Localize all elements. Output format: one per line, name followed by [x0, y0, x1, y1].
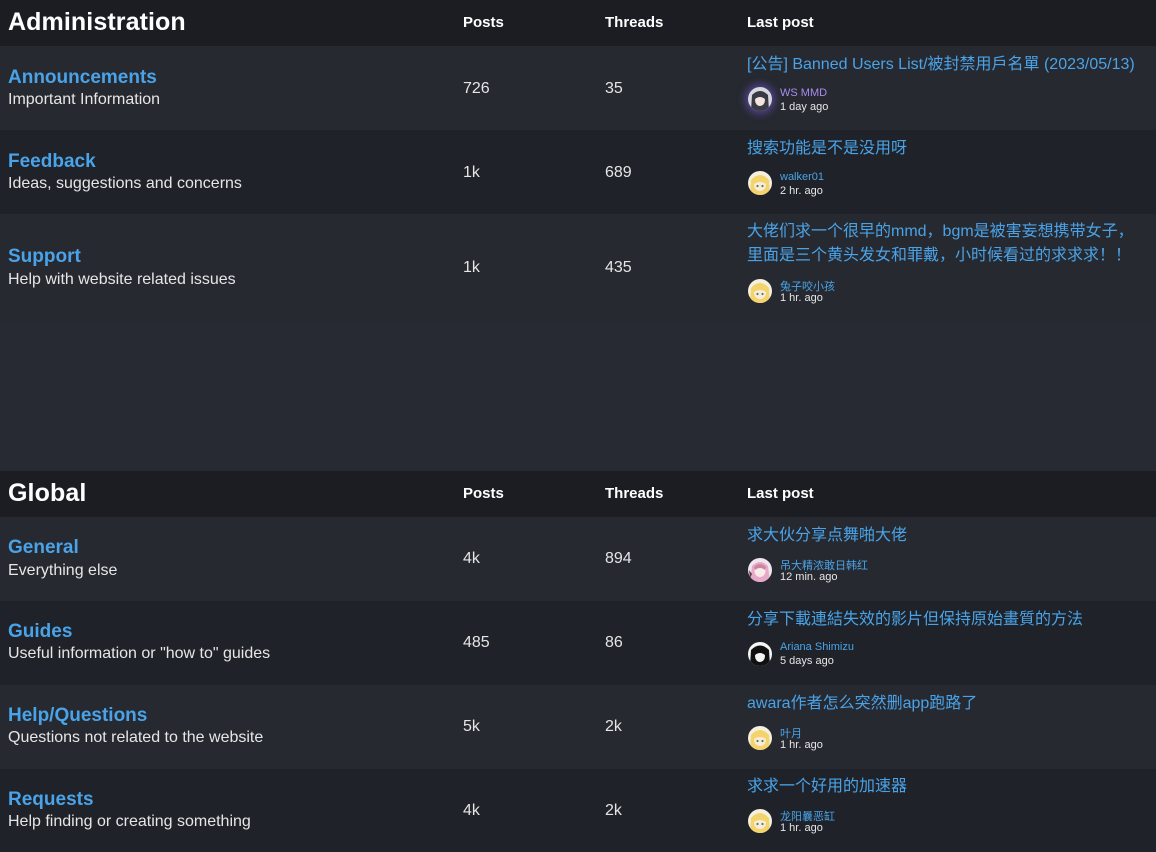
- posts-count: 1k: [463, 164, 480, 181]
- forum-row-guides: Guides Useful information or "how to" gu…: [0, 601, 1156, 685]
- column-header-posts: Posts: [463, 14, 504, 31]
- blonde-anime-avatar-icon[interactable]: [748, 726, 772, 750]
- last-post-time: 12 min. ago: [780, 571, 838, 583]
- forum-row-requests: Requests Help finding or creating someth…: [0, 769, 1156, 852]
- blonde-anime-avatar-icon[interactable]: [748, 171, 772, 195]
- pink-anime-avatar-icon[interactable]: [748, 558, 772, 582]
- threads-count: 35: [605, 80, 623, 97]
- last-post-link[interactable]: 搜索功能是不是没用呀: [747, 137, 1147, 161]
- column-header-threads: Threads: [605, 14, 664, 31]
- dark-haired-avatar-icon[interactable]: [748, 87, 772, 111]
- last-post-user[interactable]: WS MMD: [780, 87, 827, 99]
- forum-link-guides[interactable]: Guides: [8, 621, 72, 643]
- forum-description: Ideas, suggestions and concerns: [8, 175, 242, 192]
- monochrome-avatar-icon[interactable]: [748, 642, 772, 666]
- forum-description: Help with website related issues: [8, 271, 236, 288]
- last-post-time: 2 hr. ago: [780, 185, 823, 197]
- forum-description: Help finding or creating something: [8, 813, 251, 830]
- blonde-anime-avatar-icon[interactable]: [748, 279, 772, 303]
- threads-count: 2k: [605, 802, 622, 819]
- forum-link-requests[interactable]: Requests: [8, 789, 94, 811]
- forum-description: Useful information or "how to" guides: [8, 645, 271, 662]
- forum-row-feedback: Feedback Ideas, suggestions and concerns…: [0, 130, 1156, 214]
- section-header-administration: Administration Posts Threads Last post: [0, 0, 1156, 46]
- last-post-link[interactable]: awara作者怎么突然删app跑路了: [747, 692, 1147, 716]
- last-post-link[interactable]: 求大伙分享点舞啪大佬: [747, 524, 1147, 548]
- last-post-user[interactable]: Ariana Shimizu: [780, 641, 854, 653]
- forum-description: Important Information: [8, 91, 161, 108]
- posts-count: 485: [463, 634, 490, 651]
- column-header-posts: Posts: [463, 485, 504, 502]
- last-post-link[interactable]: 分享下載連結失效的影片但保持原始畫質的方法: [747, 608, 1147, 632]
- forum-description: Questions not related to the website: [8, 729, 264, 746]
- section-header-global: Global Posts Threads Last post: [0, 471, 1156, 517]
- last-post-link[interactable]: 求求一个好用的加速器: [747, 775, 1147, 799]
- blonde-anime-avatar-icon[interactable]: [748, 809, 772, 833]
- forum-row-help-questions: Help/Questions Questions not related to …: [0, 685, 1156, 769]
- last-post-time: 1 day ago: [780, 101, 829, 113]
- threads-count: 2k: [605, 718, 622, 735]
- forum-row-support: Support Help with website related issues…: [0, 214, 1156, 323]
- threads-count: 689: [605, 164, 632, 181]
- last-post-time: 5 days ago: [780, 655, 834, 667]
- last-post-time: 1 hr. ago: [780, 292, 823, 304]
- last-post-link[interactable]: 大佬们求一个很早的mmd，bgm是被害妄想携带女子，里面是三个黄头发女和罪戴，小…: [747, 220, 1147, 268]
- forum-row-announcements: Announcements Important Information 726 …: [0, 46, 1156, 130]
- forum-description: Everything else: [8, 562, 118, 579]
- posts-count: 726: [463, 80, 490, 97]
- section-title: Global: [8, 479, 87, 507]
- section-title: Administration: [8, 8, 186, 36]
- forum-link-general[interactable]: General: [8, 537, 79, 559]
- posts-count: 1k: [463, 259, 480, 276]
- forum-link-support[interactable]: Support: [8, 246, 81, 268]
- forum-link-announcements[interactable]: Announcements: [8, 67, 157, 89]
- forum-link-help-questions[interactable]: Help/Questions: [8, 705, 147, 727]
- last-post-link[interactable]: [公告] Banned Users List/被封禁用戶名單 (2023/05/…: [747, 53, 1147, 77]
- posts-count: 5k: [463, 718, 480, 735]
- threads-count: 86: [605, 634, 623, 651]
- last-post-user[interactable]: walker01: [780, 171, 824, 183]
- column-header-last-post: Last post: [747, 485, 814, 502]
- forum-link-feedback[interactable]: Feedback: [8, 151, 96, 173]
- column-header-threads: Threads: [605, 485, 664, 502]
- threads-count: 894: [605, 550, 632, 567]
- section-spacer: [0, 323, 1156, 471]
- posts-count: 4k: [463, 550, 480, 567]
- posts-count: 4k: [463, 802, 480, 819]
- column-header-last-post: Last post: [747, 14, 814, 31]
- forum-row-general: General Everything else 4k 894 求大伙分享点舞啪大…: [0, 517, 1156, 601]
- last-post-time: 1 hr. ago: [780, 739, 823, 751]
- threads-count: 435: [605, 259, 632, 276]
- last-post-time: 1 hr. ago: [780, 822, 823, 834]
